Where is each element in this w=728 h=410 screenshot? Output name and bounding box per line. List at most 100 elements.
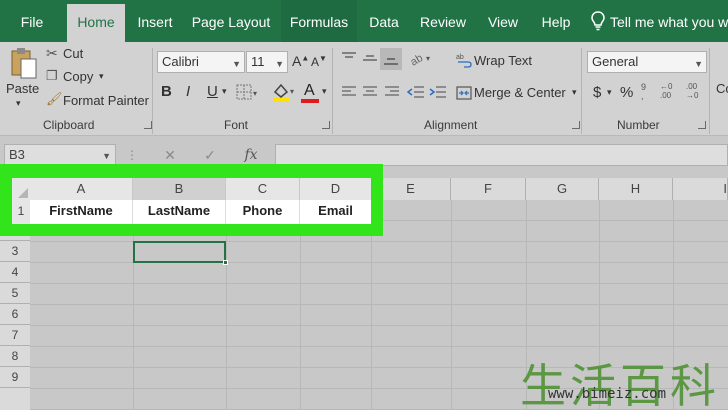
align-bottom-button[interactable] bbox=[380, 48, 402, 70]
column-header-e[interactable]: E bbox=[371, 178, 451, 200]
insert-function-button[interactable]: fx bbox=[240, 144, 262, 166]
tab-insert[interactable]: Insert bbox=[131, 0, 179, 42]
tab-page-layout[interactable]: Page Layout bbox=[187, 0, 275, 42]
column-header-d[interactable]: D bbox=[300, 178, 371, 200]
orientation-icon[interactable]: ab ▾ bbox=[409, 49, 433, 67]
chevron-down-icon: ▾ bbox=[16, 98, 21, 108]
format-painter-button[interactable]: Format Painter bbox=[63, 93, 149, 108]
selected-cell-b3[interactable] bbox=[133, 241, 228, 265]
copy-icon: ❐ bbox=[46, 68, 58, 83]
copy-button[interactable]: Copy bbox=[63, 69, 93, 84]
font-color-swatch bbox=[301, 99, 319, 103]
increase-indent-icon[interactable] bbox=[429, 85, 447, 99]
lightbulb-icon bbox=[591, 11, 605, 31]
clipboard-launcher-icon[interactable] bbox=[144, 121, 152, 129]
font-size-combo[interactable]: 11 ▼ bbox=[246, 51, 288, 73]
underline-button[interactable]: U bbox=[207, 83, 218, 100]
fill-color-icon[interactable]: ▾ bbox=[271, 82, 297, 102]
chevron-down-icon: ▼ bbox=[275, 59, 284, 69]
svg-text:▾: ▾ bbox=[290, 87, 294, 96]
row-header-9[interactable]: 9 bbox=[0, 367, 30, 388]
tab-view[interactable]: View bbox=[480, 0, 526, 42]
decrease-font-icon[interactable]: A▼ bbox=[311, 54, 327, 69]
select-all-triangle-icon bbox=[18, 188, 28, 198]
column-header-g[interactable]: G bbox=[526, 178, 599, 200]
column-header-c[interactable]: C bbox=[226, 178, 300, 200]
formula-input[interactable] bbox=[275, 144, 728, 166]
row-header-4[interactable]: 4 bbox=[0, 262, 30, 283]
number-group-label: Number bbox=[617, 118, 660, 132]
column-header-h[interactable]: H bbox=[599, 178, 673, 200]
font-group-label: Font bbox=[224, 118, 249, 132]
group-divider bbox=[709, 48, 710, 134]
tab-formulas[interactable]: Formulas bbox=[281, 0, 357, 42]
align-left-icon[interactable] bbox=[341, 85, 357, 99]
gridline bbox=[451, 200, 452, 410]
font-color-icon[interactable]: A bbox=[304, 82, 315, 100]
wrap-text-button[interactable]: Wrap Text bbox=[474, 53, 532, 68]
row-header-5[interactable]: 5 bbox=[0, 283, 30, 304]
tab-home[interactable]: Home bbox=[67, 4, 125, 42]
decrease-indent-icon[interactable] bbox=[407, 85, 425, 99]
borders-icon[interactable]: ▾ bbox=[236, 84, 258, 100]
tab-file[interactable]: File bbox=[8, 0, 56, 42]
column-header-i[interactable]: I bbox=[673, 178, 728, 200]
group-divider bbox=[152, 48, 153, 134]
watermark-url: www.bimeiz.com bbox=[548, 386, 667, 402]
name-box[interactable]: B3 ▼ bbox=[4, 144, 116, 166]
align-center-icon[interactable] bbox=[362, 85, 378, 99]
wrap-text-icon: ab bbox=[456, 54, 472, 68]
group-divider bbox=[581, 48, 582, 134]
tab-review[interactable]: Review bbox=[414, 0, 472, 42]
increase-font-icon[interactable]: A▲ bbox=[292, 53, 309, 69]
currency-button[interactable]: $ bbox=[593, 84, 601, 101]
fill-handle[interactable] bbox=[223, 260, 228, 265]
row-header-1[interactable]: 1 bbox=[12, 200, 30, 224]
group-divider bbox=[332, 48, 333, 134]
comma-style-icon[interactable]: 9, bbox=[641, 83, 646, 101]
row-header-7[interactable]: 7 bbox=[0, 325, 30, 346]
italic-button[interactable]: I bbox=[186, 83, 190, 100]
gridline bbox=[30, 346, 728, 347]
row-header-6[interactable]: 6 bbox=[0, 304, 30, 325]
align-middle-icon[interactable] bbox=[362, 51, 378, 65]
decrease-decimal-icon[interactable]: .00 →0 bbox=[686, 82, 698, 100]
font-size-value: 11 bbox=[251, 54, 265, 69]
select-all-corner[interactable] bbox=[12, 178, 30, 200]
clipboard-group-label: Clipboard bbox=[43, 118, 95, 132]
font-name-combo[interactable]: Calibri ▼ bbox=[157, 51, 245, 73]
ribbon-tab-bar: File Home Insert Page Layout Formulas Da… bbox=[0, 0, 728, 42]
column-header-b[interactable]: B bbox=[133, 178, 226, 200]
align-top-icon[interactable] bbox=[341, 51, 357, 65]
number-launcher-icon[interactable] bbox=[698, 121, 706, 129]
tell-me-search[interactable]: Tell me what you wa bbox=[610, 0, 728, 42]
paste-button[interactable]: Paste bbox=[6, 81, 39, 96]
bold-button[interactable]: B bbox=[161, 83, 172, 100]
column-header-f[interactable]: F bbox=[451, 178, 526, 200]
tab-help[interactable]: Help bbox=[534, 0, 578, 42]
font-name-value: Calibri bbox=[162, 54, 199, 69]
cell-d1[interactable]: Email bbox=[300, 200, 371, 224]
row-header-3[interactable]: 3 bbox=[0, 241, 30, 262]
cell-c1[interactable]: Phone bbox=[226, 200, 300, 224]
font-launcher-icon[interactable] bbox=[322, 121, 330, 129]
gridline bbox=[30, 325, 728, 326]
conditional-format-button[interactable]: Co bbox=[716, 81, 728, 96]
cell-a1[interactable]: FirstName bbox=[30, 200, 133, 224]
chevron-down-icon: ▾ bbox=[222, 86, 227, 96]
alignment-launcher-icon[interactable] bbox=[572, 121, 580, 129]
cut-button[interactable]: Cut bbox=[63, 46, 83, 61]
paste-icon bbox=[11, 48, 37, 79]
increase-decimal-icon[interactable]: ←0.00 bbox=[660, 82, 672, 100]
align-right-icon[interactable] bbox=[384, 85, 400, 99]
percent-button[interactable]: % bbox=[620, 84, 633, 101]
format-painter-icon: 🖌 bbox=[46, 91, 63, 106]
cancel-icon[interactable]: ✕ bbox=[160, 144, 180, 166]
column-header-a[interactable]: A bbox=[30, 178, 133, 200]
row-header-8[interactable]: 8 bbox=[0, 346, 30, 367]
enter-icon[interactable]: ✓ bbox=[200, 144, 220, 166]
number-format-combo[interactable]: General ▼ bbox=[587, 51, 707, 73]
cell-b1[interactable]: LastName bbox=[133, 200, 226, 224]
tab-data[interactable]: Data bbox=[362, 0, 406, 42]
merge-center-button[interactable]: Merge & Center bbox=[474, 85, 566, 100]
